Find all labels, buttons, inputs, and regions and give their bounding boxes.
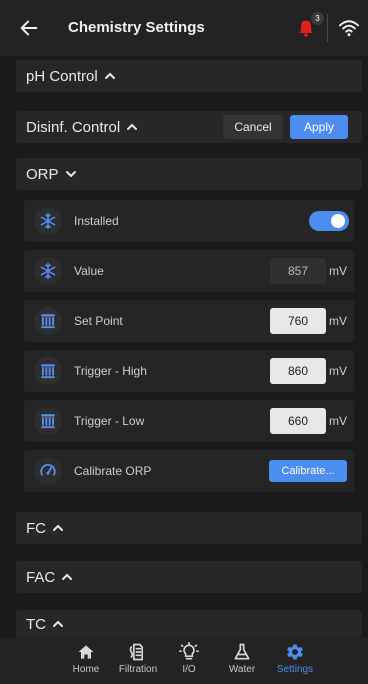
section-label: pH Control [26, 67, 98, 85]
orp-value-readout: 857 [270, 258, 326, 284]
orp-set-point-row: Set Point 760 mV [24, 300, 354, 342]
icon-circle [34, 257, 62, 285]
flask-icon [234, 643, 250, 660]
nav-io[interactable]: I/O [172, 638, 206, 684]
chevron-up-icon [53, 524, 63, 531]
row-label: Installed [74, 214, 119, 228]
chevron-up-icon [127, 123, 138, 130]
orp-trigger-high-row: Trigger - High 860 mV [24, 350, 354, 392]
nav-label: Home [72, 664, 100, 675]
orp-installed-row: Installed [24, 200, 354, 242]
section-label: Disinf. Control [26, 118, 121, 136]
section-label: FC [26, 519, 46, 537]
section-label: FAC [26, 568, 56, 586]
row-label: Trigger - Low [74, 414, 145, 428]
nav-home[interactable]: Home [64, 638, 108, 684]
snowflake-icon [40, 212, 56, 230]
calibrate-button[interactable]: Calibrate... [269, 460, 347, 482]
notification-badge: 3 [311, 12, 324, 25]
section-label: TC [26, 615, 46, 633]
section-orp[interactable]: ORP [16, 158, 362, 190]
trigger-low-input[interactable]: 660 [270, 408, 326, 434]
nav-water[interactable]: Water [222, 638, 262, 684]
nav-filtration[interactable]: Filtration [112, 638, 164, 684]
apply-button[interactable]: Apply [290, 115, 348, 139]
cancel-button[interactable]: Cancel [223, 115, 283, 139]
set-point-input[interactable]: 760 [270, 308, 326, 334]
unit-label: mV [329, 314, 347, 328]
unit-label: mV [329, 264, 347, 278]
row-label: Trigger - High [74, 364, 147, 378]
nav-label: Water [228, 664, 256, 675]
row-label: Set Point [74, 314, 123, 328]
wifi-icon[interactable] [338, 19, 360, 37]
icon-circle [34, 357, 62, 385]
nav-label: Settings [276, 664, 314, 675]
snowflake-icon [40, 262, 56, 280]
orp-value-row: Value 857 mV [24, 250, 354, 292]
section-ph-control[interactable]: pH Control [16, 60, 362, 92]
row-label: Calibrate ORP [74, 464, 152, 478]
gauge-bars-icon [41, 414, 55, 429]
toggle-knob [331, 214, 345, 228]
row-label: Value [74, 264, 104, 278]
chevron-up-icon [62, 573, 73, 580]
orp-calibrate-row: Calibrate ORP Calibrate... [24, 450, 354, 492]
header-divider [327, 14, 328, 42]
chevron-up-icon [53, 620, 63, 627]
unit-label: mV [329, 414, 347, 428]
lightbulb-icon [179, 642, 199, 660]
trigger-high-input[interactable]: 860 [270, 358, 326, 384]
installed-toggle[interactable] [309, 211, 349, 231]
icon-circle [34, 207, 62, 235]
icon-circle [34, 407, 62, 435]
section-label: ORP [26, 165, 59, 183]
unit-label: mV [329, 364, 347, 378]
chevron-up-icon [104, 72, 115, 79]
icon-circle [34, 457, 62, 485]
page-title: Chemistry Settings [68, 19, 205, 36]
section-fc[interactable]: FC [16, 512, 362, 544]
gauge-bars-icon [41, 364, 55, 379]
speedometer-icon [40, 464, 56, 476]
chevron-down-icon [65, 171, 76, 178]
gear-icon [287, 644, 303, 660]
section-fac[interactable]: FAC [16, 561, 362, 593]
back-arrow-icon[interactable] [18, 17, 40, 39]
nav-settings[interactable]: Settings [270, 638, 320, 684]
icon-circle [34, 307, 62, 335]
home-icon [78, 645, 94, 659]
bottom-nav: Home Filtration I/O Water Settings [0, 638, 368, 684]
top-bar: Chemistry Settings 3 [0, 0, 368, 56]
nav-label: Filtration [118, 664, 158, 675]
section-tc[interactable]: TC [16, 610, 362, 638]
orp-trigger-low-row: Trigger - Low 660 mV [24, 400, 354, 442]
filtration-icon [129, 643, 143, 661]
nav-label: I/O [182, 664, 196, 675]
gauge-bars-icon [41, 314, 55, 329]
